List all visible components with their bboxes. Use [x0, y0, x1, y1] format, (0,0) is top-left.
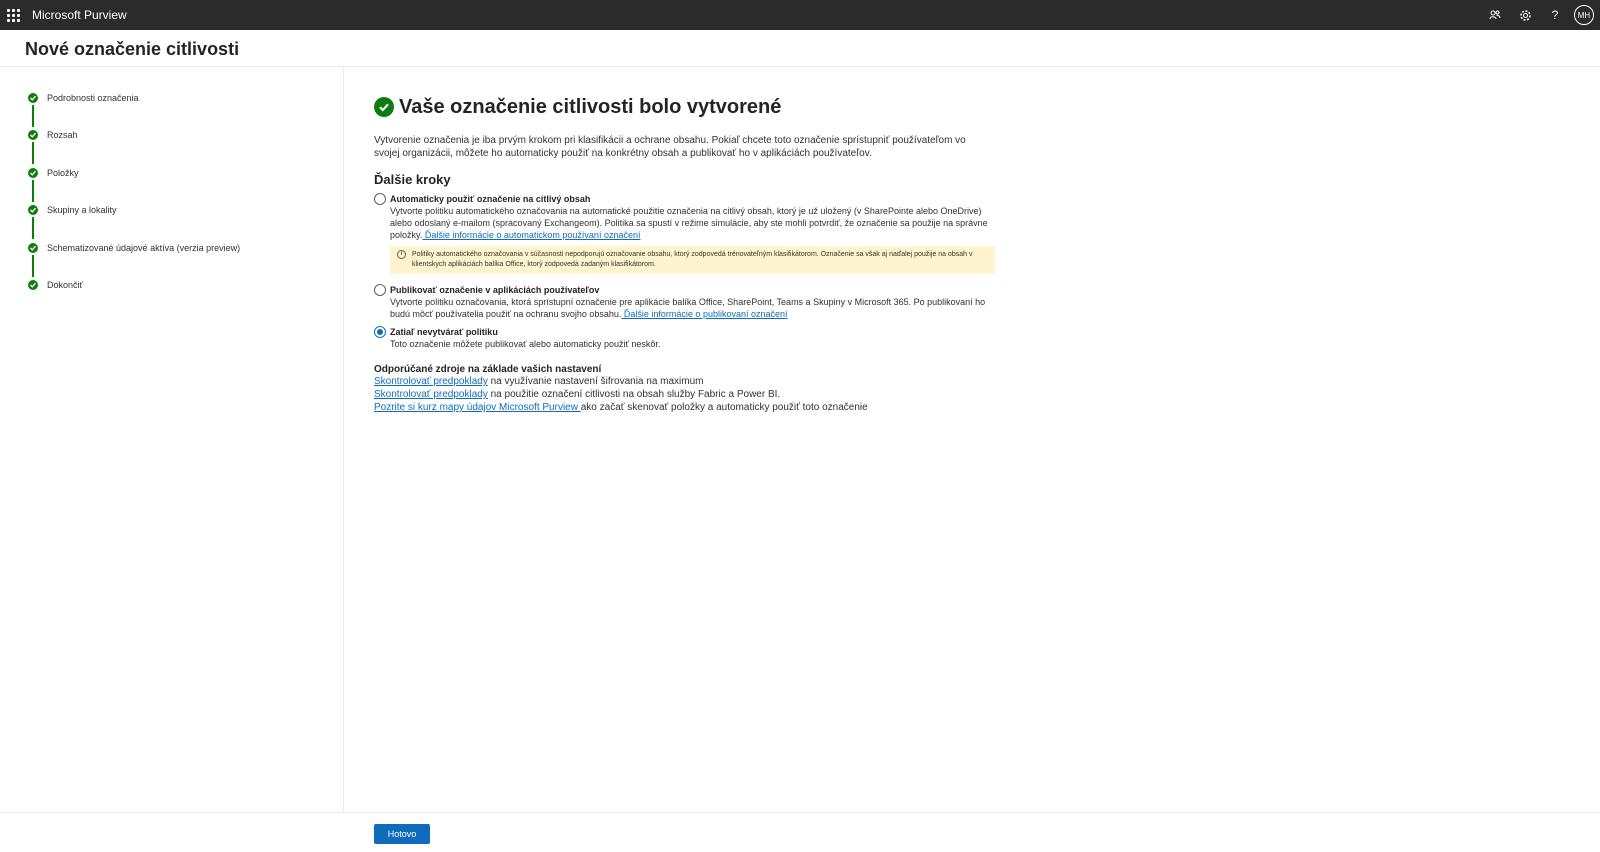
top-bar: Microsoft Purview ? MH: [0, 0, 1600, 30]
option-title: Zatiaľ nevytvárať politiku: [390, 327, 498, 337]
page-header: Nové označenie citlivosti: [0, 30, 1600, 67]
step-connector: [32, 142, 34, 164]
checkmark-icon: [28, 130, 38, 140]
done-button[interactable]: Hotovo: [374, 824, 430, 844]
option-description: Vytvorte politiku označovania, ktorá spr…: [390, 296, 1004, 320]
resource-text: na využívanie nastavení šifrovania na ma…: [487, 376, 704, 387]
step-item[interactable]: Položky: [28, 166, 79, 180]
step-label: Rozsah: [47, 130, 78, 140]
app-name[interactable]: Microsoft Purview: [32, 8, 127, 22]
checkmark-icon: [28, 280, 38, 290]
step-label: Dokončiť: [47, 280, 83, 290]
option-title: Publikovať označenie v aplikáciách použí…: [390, 285, 600, 295]
checkmark-circle-icon: [374, 97, 394, 117]
step-label: Skupiny a lokality: [47, 205, 117, 215]
checkmark-icon: [28, 243, 38, 253]
option-description: Vytvorte politiku automatického označova…: [390, 205, 1004, 241]
step-item[interactable]: Schematizované údajové aktíva (verzia pr…: [28, 241, 240, 255]
step-connector: [32, 105, 34, 127]
step-label: Schematizované údajové aktíva (verzia pr…: [47, 243, 241, 253]
settings-button[interactable]: [1510, 0, 1540, 30]
help-icon: ?: [1551, 8, 1559, 22]
radio-auto-apply[interactable]: [374, 193, 386, 205]
avatar[interactable]: MH: [1574, 5, 1594, 25]
footer: Hotovo: [0, 812, 1600, 852]
step-label: Podrobnosti označenia: [47, 93, 139, 103]
main-content: Vaše označenie citlivosti bolo vytvorené…: [374, 92, 1004, 414]
step-connector: [32, 255, 34, 277]
warning-text: Politiky automatického označovania v súč…: [412, 251, 973, 268]
waffle-icon: [6, 8, 20, 22]
step-connector: [32, 217, 34, 239]
page-title: Nové označenie citlivosti: [25, 39, 240, 59]
check-prerequisites-encryption-link[interactable]: Skontrolovať predpoklady: [374, 376, 488, 387]
checkmark-icon: [28, 93, 38, 103]
checkmark-icon: [28, 168, 38, 178]
auto-apply-learn-more-link[interactable]: Ďalšie informácie o automatickom používa…: [422, 230, 641, 240]
option-no-policy[interactable]: Zatiaľ nevytvárať politiku Toto označeni…: [374, 326, 1004, 350]
radio-no-policy[interactable]: [374, 326, 386, 338]
resource-item: Skontrolovať predpoklady na využívanie n…: [374, 375, 1004, 388]
publish-learn-more-link[interactable]: Ďalšie informácie o publikovaní označení: [621, 309, 788, 319]
option-publish[interactable]: Publikovať označenie v aplikáciách použí…: [374, 284, 1004, 320]
step-connector: [32, 180, 34, 202]
top-bar-actions: ? MH: [1480, 0, 1594, 30]
resource-item: Pozrite si kurz mapy údajov Microsoft Pu…: [374, 401, 1004, 414]
step-item[interactable]: Rozsah: [28, 128, 78, 142]
gear-icon: [1519, 9, 1531, 21]
step-label: Položky: [47, 168, 79, 178]
radio-publish[interactable]: [374, 284, 386, 296]
success-title: Vaše označenie citlivosti bolo vytvorené: [399, 95, 782, 118]
step-item[interactable]: Skupiny a lokality: [28, 203, 117, 217]
info-icon: i: [397, 250, 406, 259]
help-button[interactable]: ?: [1540, 0, 1570, 30]
app-launcher-button[interactable]: [0, 0, 26, 30]
success-header: Vaše označenie citlivosti bolo vytvorené: [374, 92, 1004, 122]
next-steps-heading: Ďalšie kroky: [374, 172, 451, 187]
resource-text: ako začať skenovať položky a automaticky…: [580, 402, 868, 413]
option-title: Automaticky použiť označenie na citlivý …: [390, 194, 591, 204]
intro-text: Vytvorenie označenia je iba prvým krokom…: [374, 135, 966, 159]
wizard-stepper: Podrobnosti označenia Rozsah Položky Sku…: [0, 67, 344, 812]
people-icon: [1489, 10, 1501, 20]
resource-item: Skontrolovať predpoklady na použitie ozn…: [374, 388, 1004, 401]
people-button[interactable]: [1480, 0, 1510, 30]
checkmark-icon: [28, 205, 38, 215]
data-map-tutorial-link[interactable]: Pozrite si kurz mapy údajov Microsoft Pu…: [374, 402, 581, 413]
check-prerequisites-fabric-link[interactable]: Skontrolovať predpoklady: [374, 389, 488, 400]
option-description: Toto označenie môžete publikovať alebo a…: [390, 339, 661, 349]
option-auto-apply[interactable]: Automaticky použiť označenie na citlivý …: [374, 193, 1004, 274]
resources-heading: Odporúčané zdroje na základe vašich nast…: [374, 364, 602, 375]
resource-text: na použitie označení citlivosti na obsah…: [487, 389, 781, 400]
step-item[interactable]: Dokončiť: [28, 278, 83, 292]
warning-message: i Politiky automatického označovania v s…: [390, 246, 995, 274]
step-item[interactable]: Podrobnosti označenia: [28, 91, 139, 105]
